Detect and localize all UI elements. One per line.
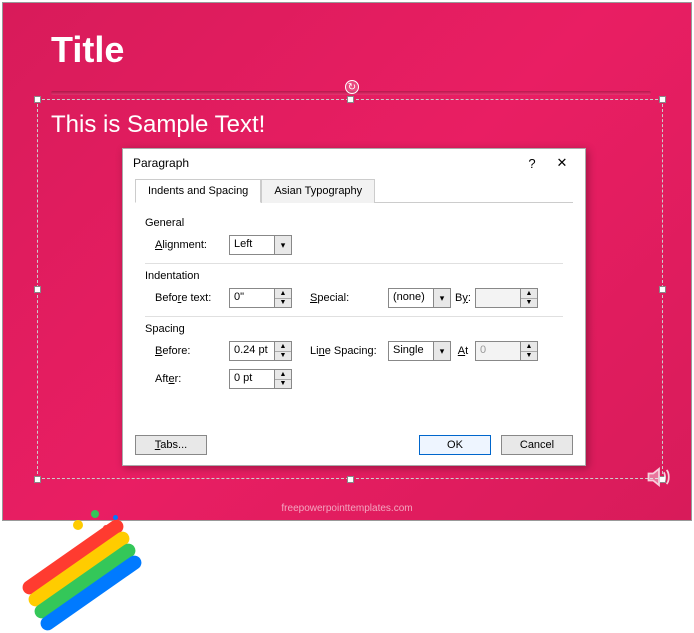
cancel-button[interactable]: Cancel	[501, 435, 573, 455]
resize-handle-tr[interactable]	[659, 96, 666, 103]
line-spacing-label: Line Spacing:	[310, 345, 388, 357]
tab-asian-typography[interactable]: Asian Typography	[261, 179, 375, 203]
at-spinner: 0 ▲▼	[475, 341, 538, 361]
resize-handle-tm[interactable]	[347, 96, 354, 103]
special-label: Special:	[310, 292, 360, 304]
dialog-title: Paragraph	[133, 156, 517, 170]
spin-down-icon[interactable]: ▼	[275, 380, 291, 389]
chevron-down-icon[interactable]: ▾	[433, 342, 450, 360]
sample-text[interactable]: This is Sample Text!	[51, 111, 265, 139]
dialog-body: General Alignment: Left ▾ Indentation Be…	[123, 203, 585, 389]
tab-indents-spacing[interactable]: Indents and Spacing	[135, 179, 261, 203]
resize-handle-bl[interactable]	[34, 476, 41, 483]
dialog-tabs: Indents and Spacing Asian Typography	[135, 179, 573, 203]
before-text-spinner[interactable]: 0" ▲▼	[229, 288, 292, 308]
section-general: General	[145, 217, 563, 229]
spin-up-icon[interactable]: ▲	[275, 289, 291, 299]
dialog-titlebar[interactable]: Paragraph ? ✕	[123, 149, 585, 177]
resize-handle-tl[interactable]	[34, 96, 41, 103]
line-spacing-combo[interactable]: Single ▾	[388, 341, 451, 361]
spin-down-icon[interactable]: ▼	[275, 299, 291, 308]
by-label: By:	[451, 292, 475, 304]
resize-handle-bm[interactable]	[347, 476, 354, 483]
tabs-button[interactable]: Tabs...	[135, 435, 207, 455]
special-combo[interactable]: (none) ▾	[388, 288, 451, 308]
before-text-label: Before text:	[155, 292, 229, 304]
after-spinner[interactable]: 0 pt ▲▼	[229, 369, 292, 389]
ok-button[interactable]: OK	[419, 435, 491, 455]
resize-handle-ml[interactable]	[34, 286, 41, 293]
help-button[interactable]: ?	[517, 156, 547, 171]
close-button[interactable]: ✕	[547, 155, 577, 171]
alignment-label: Alignment:	[155, 239, 229, 251]
rotation-handle[interactable]: ↻	[345, 80, 359, 94]
chevron-down-icon[interactable]: ▾	[274, 236, 291, 254]
at-label: At	[451, 345, 475, 357]
after-label: After:	[155, 373, 229, 385]
section-indentation: Indentation	[145, 270, 563, 282]
by-spinner: ▲▼	[475, 288, 538, 308]
dialog-footer: Tabs... OK Cancel	[135, 435, 573, 455]
resize-handle-mr[interactable]	[659, 286, 666, 293]
alignment-combo[interactable]: Left ▾	[229, 235, 292, 255]
slide-title: Title	[51, 29, 124, 71]
paragraph-dialog: Paragraph ? ✕ Indents and Spacing Asian …	[122, 148, 586, 466]
audio-icon[interactable]	[645, 463, 673, 496]
section-spacing: Spacing	[145, 323, 563, 335]
spin-up-icon[interactable]: ▲	[275, 370, 291, 380]
watermark: freepowerpointtemplates.com	[3, 503, 691, 514]
spin-up-icon[interactable]: ▲	[275, 342, 291, 352]
before-spinner[interactable]: 0.24 pt ▲▼	[229, 341, 292, 361]
spin-down-icon[interactable]: ▼	[275, 352, 291, 361]
chevron-down-icon[interactable]: ▾	[433, 289, 450, 307]
before-label: Before:	[155, 345, 229, 357]
